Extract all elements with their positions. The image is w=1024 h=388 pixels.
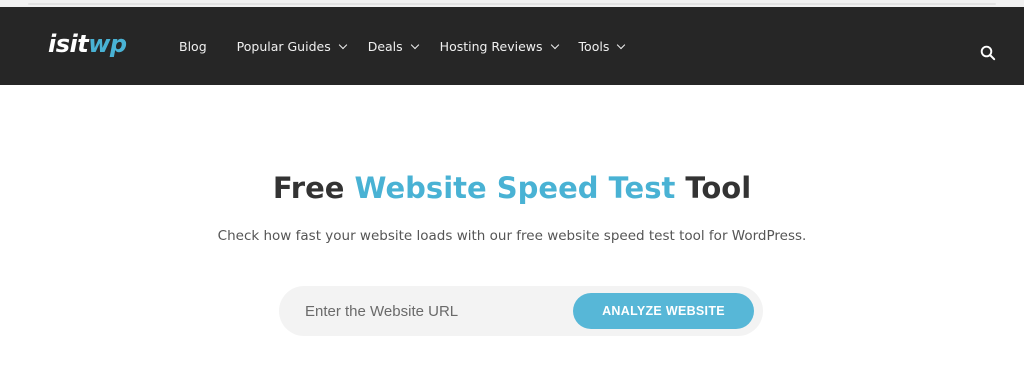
nav-item-label: Hosting Reviews <box>439 39 543 54</box>
speed-test-form: ANALYZE WEBSITE <box>279 286 763 336</box>
top-strip-divider <box>28 3 996 5</box>
nav-item-label: Popular Guides <box>236 39 331 54</box>
nav-item-popular-guides[interactable]: Popular Guides <box>236 36 347 58</box>
nav-item-tools[interactable]: Tools <box>578 36 626 58</box>
title-suffix: Tool <box>675 171 752 205</box>
nav-item-deals[interactable]: Deals <box>367 36 419 58</box>
site-header: isitwp Blog Popular Guides Deals Hosting… <box>0 7 1024 85</box>
logo-text-isit: isit <box>48 30 89 58</box>
nav-item-label: Deals <box>367 39 403 54</box>
title-highlight: Website Speed Test <box>354 171 676 205</box>
logo-text-wp: wp <box>88 30 127 58</box>
search-icon[interactable] <box>980 45 996 61</box>
nav-item-label: Blog <box>179 39 207 54</box>
browser-top-strip <box>0 0 1024 7</box>
main-nav: Blog Popular Guides Deals Hosting Review… <box>179 36 653 58</box>
page-subtitle: Check how fast your website loads with o… <box>217 228 807 244</box>
nav-item-hosting-reviews[interactable]: Hosting Reviews <box>439 36 559 58</box>
title-prefix: Free <box>272 171 355 205</box>
chevron-down-icon <box>338 40 347 50</box>
chevron-down-icon <box>410 40 419 50</box>
nav-item-label: Tools <box>578 39 610 54</box>
page-title: Free Website Speed Test Tool <box>0 168 1024 208</box>
website-url-input[interactable] <box>305 286 567 336</box>
chevron-down-icon <box>550 40 559 50</box>
chevron-down-icon <box>617 40 626 50</box>
site-logo[interactable]: isitwp <box>48 29 127 59</box>
analyze-website-button[interactable]: ANALYZE WEBSITE <box>573 293 754 329</box>
nav-item-blog[interactable]: Blog <box>179 36 207 58</box>
